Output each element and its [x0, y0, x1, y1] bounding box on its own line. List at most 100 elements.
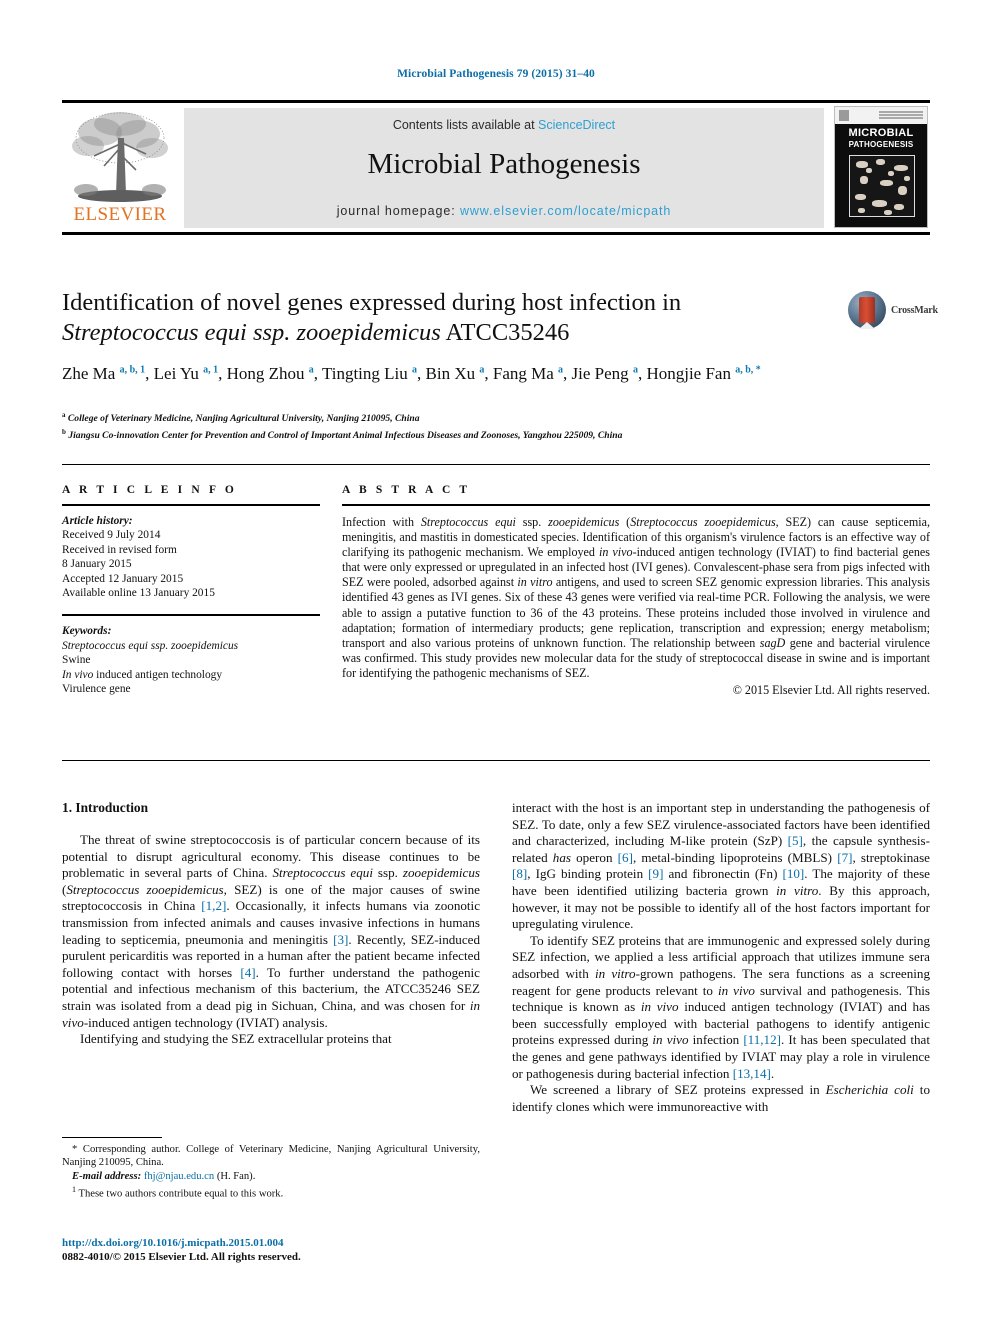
title-line1: Identification of novel genes expressed …: [62, 289, 682, 316]
keyword-item: Streptococcus equi ssp. zooepidemicus: [62, 639, 239, 652]
author-entry: Tingting Liu a,: [322, 364, 426, 383]
journal-cover-thumbnail: MICROBIAL PATHOGENESIS: [834, 106, 928, 228]
email-suffix: (H. Fan).: [214, 1170, 256, 1182]
intro-paragraph: Identifying and studying the SEZ extrace…: [80, 1031, 392, 1047]
abstract-rule: [342, 504, 930, 506]
affiliation-mark: a: [62, 411, 66, 419]
history-line: Accepted 12 January 2015: [62, 572, 184, 585]
article-info-heading: A R T I C L E I N F O: [62, 484, 237, 496]
keywords-block: Keywords: Streptococcus equi ssp. zooepi…: [62, 624, 320, 696]
equal-contribution-note: 1 These two authors contribute equal to …: [62, 1183, 480, 1201]
author-sep: ,: [313, 363, 322, 383]
masthead-bottom-rule: [62, 232, 930, 235]
intro-paragraph: We screened a library of SEZ proteins ex…: [512, 1082, 930, 1114]
author-name: Tingting Liu: [321, 363, 408, 383]
cover-title-line2: PATHOGENESIS: [848, 140, 914, 149]
author-marks: a, b, *: [735, 364, 761, 375]
author-marks: a, 1: [203, 364, 219, 375]
author-marks: a, b, 1: [119, 364, 146, 375]
title-block: Identification of novel genes expressed …: [62, 288, 852, 348]
elsevier-wordmark: ELSEVIER: [73, 204, 167, 225]
author-sep: ,: [563, 363, 572, 383]
abstract-heading: A B S T R A C T: [342, 484, 471, 496]
cover-title-line1: MICROBIAL: [848, 127, 914, 139]
abstract-column: A B S T R A C T Infection with Streptoco…: [342, 484, 930, 698]
contents-prefix: Contents lists available at: [392, 118, 539, 132]
article-history-label: Article history:: [62, 515, 133, 527]
keywords-label: Keywords:: [62, 625, 112, 638]
corresponding-author-note: * Corresponding author. College of Veter…: [62, 1144, 480, 1169]
footnote-separator-rule: [62, 1137, 162, 1138]
intro-left-column: 1. Introduction The threat of swine stre…: [62, 800, 480, 1048]
author-name: Hongjie Fan: [646, 363, 731, 383]
intro-right-column: interact with the host is an important s…: [512, 800, 930, 1115]
email-link[interactable]: fhj@njau.edu.cn: [144, 1171, 214, 1182]
keyword-item: Swine: [62, 654, 91, 667]
article-history: Article history: Received 9 July 2014 Re…: [62, 514, 320, 600]
affiliation-list: a College of Veterinary Medicine, Nanjin…: [62, 409, 942, 442]
author-name: Hong Zhou: [226, 363, 305, 383]
footnote-block: * Corresponding author. College of Veter…: [62, 1143, 480, 1201]
history-line: Available online 13 January 2015: [62, 587, 215, 600]
author-name: Lei Yu: [153, 363, 199, 383]
author-sep: ,: [218, 363, 227, 383]
author-sep: ,: [417, 363, 426, 383]
crossmark-icon: [848, 291, 886, 329]
equal-contribution-mark: 1: [72, 1185, 76, 1195]
affiliation-item: b Jiangsu Co-innovation Center for Preve…: [62, 426, 942, 443]
crossmark-badge[interactable]: CrossMark: [848, 289, 944, 333]
keyword-item: Virulence gene: [62, 683, 131, 696]
issn-copyright: 0882-4010/© 2015 Elsevier Ltd. All right…: [62, 1251, 301, 1263]
doi-link[interactable]: http://dx.doi.org/10.1016/j.micpath.2015…: [62, 1237, 284, 1249]
author-name: Fang Ma: [492, 363, 554, 383]
abstract-bottom-rule: [62, 760, 930, 761]
title-line2-strain: ATCC35246: [440, 319, 570, 346]
article-info-column: A R T I C L E I N F O Article history: R…: [62, 484, 320, 696]
cover-mini-text-lines: [879, 111, 923, 120]
journal-homepage-link[interactable]: www.elsevier.com/locate/micpath: [460, 204, 671, 218]
running-head: Microbial Pathogenesis 79 (2015) 31–40: [397, 68, 595, 80]
author-sep: ,: [484, 363, 493, 383]
masthead-top-rule: [62, 100, 930, 103]
author-list: Zhe Ma a, b, 1, Lei Yu a, 1, Hong Zhou a…: [62, 358, 852, 386]
author-name: Bin Xu: [425, 363, 476, 383]
author-entry: Fang Ma a,: [493, 364, 572, 383]
crossmark-book-icon: [859, 297, 875, 329]
email-label: E-mail address:: [72, 1170, 142, 1182]
history-line: Received in revised form: [62, 543, 177, 556]
crossmark-label: CrossMark: [891, 305, 938, 316]
equal-contribution-text: These two authors contribute equal to th…: [78, 1188, 284, 1200]
intro-paragraph: The threat of swine streptococcosis is o…: [62, 832, 481, 1030]
info-section-top-rule: [62, 464, 930, 465]
abstract-text: Infection with Streptococcus equi ssp. z…: [342, 515, 931, 680]
homepage-prefix: journal homepage:: [336, 204, 460, 218]
author-entry: Bin Xu a,: [426, 364, 493, 383]
history-line: Received 9 July 2014: [62, 529, 161, 542]
title-line2-species: Streptococcus equi ssp. zooepidemicus: [62, 319, 441, 346]
keywords-rule: [62, 614, 320, 617]
page-title: Identification of novel genes expressed …: [62, 288, 852, 348]
affiliation-text: Jiangsu Co-innovation Center for Prevent…: [68, 429, 623, 441]
sciencedirect-link[interactable]: ScienceDirect: [538, 118, 615, 132]
abstract-copyright: © 2015 Elsevier Ltd. All rights reserved…: [732, 683, 930, 698]
affiliation-text: College of Veterinary Medicine, Nanjing …: [67, 413, 420, 425]
contents-available-line: Contents lists available at ScienceDirec…: [184, 118, 824, 132]
keyword-item: In vivo induced antigen technology: [62, 668, 223, 681]
affiliation-mark: b: [62, 427, 66, 436]
article-info-rule: [62, 504, 320, 506]
author-name: Jie Peng: [571, 363, 629, 383]
author-entry: Zhe Ma a, b, 1,: [62, 364, 154, 383]
intro-paragraph: To identify SEZ proteins that are immuno…: [512, 932, 931, 1081]
author-entry: Lei Yu a, 1,: [154, 364, 227, 383]
author-entry: Jie Peng a,: [572, 364, 647, 383]
journal-title: Microbial Pathogenesis: [367, 148, 641, 180]
author-entry: Hong Zhou a,: [227, 364, 322, 383]
cover-mini-logo-icon: [839, 110, 849, 121]
masthead-center-panel: Contents lists available at ScienceDirec…: [184, 108, 824, 228]
section-heading-introduction: 1. Introduction: [62, 800, 149, 815]
elsevier-logo: ELSEVIER: [64, 108, 176, 228]
history-line: 8 January 2015: [62, 558, 132, 571]
intro-paragraph: interact with the host is an important s…: [512, 800, 931, 932]
author-name: Zhe Ma: [62, 363, 116, 383]
paper-page: Microbial Pathogenesis 79 (2015) 31–40 E…: [0, 0, 992, 1323]
